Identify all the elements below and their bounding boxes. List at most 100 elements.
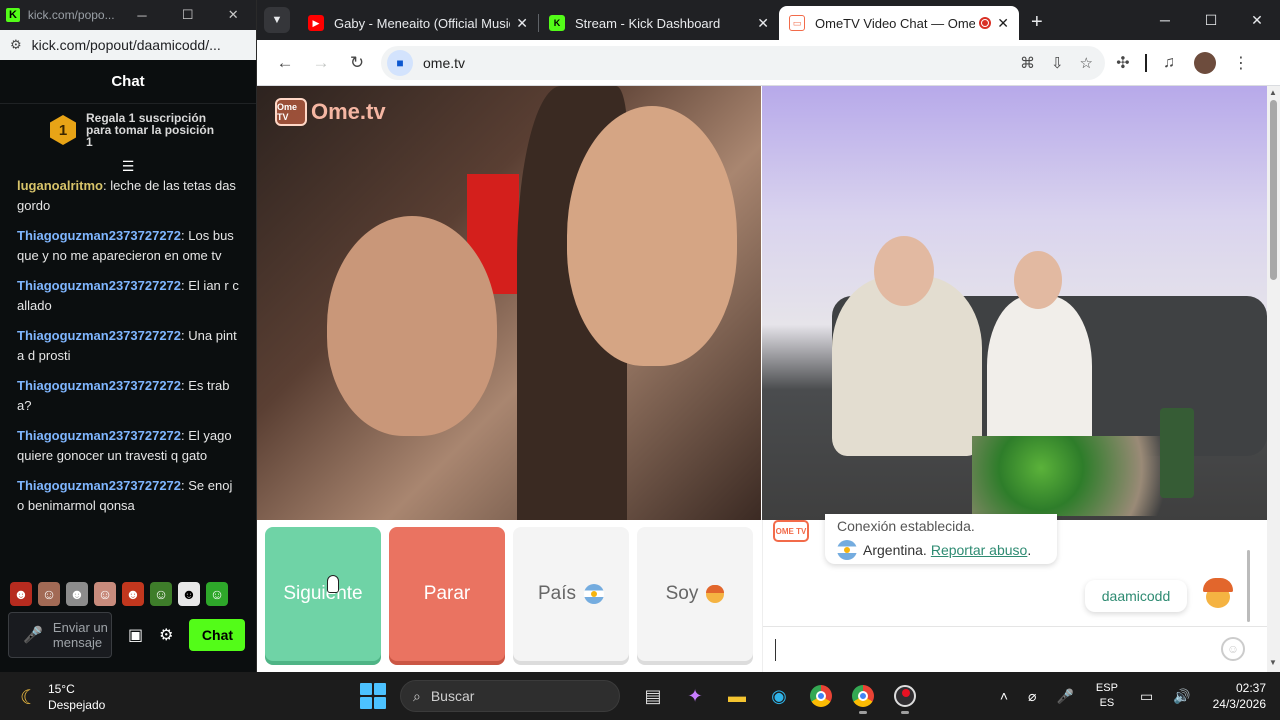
emote-icon[interactable]: ☻ [122,582,144,606]
page-scrollbar[interactable]: ▲ ▼ [1267,86,1280,672]
close-icon[interactable]: ✕ [1234,12,1280,29]
close-tab-icon[interactable]: ✕ [757,15,769,32]
country-button[interactable]: País [513,527,629,661]
bookmark-star-icon[interactable]: ☆ [1080,54,1093,72]
browser-toolbar: ← → ↻ ■ ome.tv ⌘ ⇩ ☆ ✣ ♫ ⋮ [257,40,1280,86]
reload-icon[interactable]: ↻ [339,53,375,73]
media-control-icon[interactable]: ♫ [1151,54,1187,72]
text-chat-panel: OME TV Conexión establecida. Argentina. … [762,514,1268,672]
emote-icon[interactable]: ☻ [66,582,88,606]
weather-widget[interactable]: ☾ 15°C Despejado [20,681,105,713]
maximize-icon[interactable]: ☐ [1188,12,1234,29]
extensions-icon[interactable]: ✣ [1105,53,1141,73]
tab-youtube[interactable]: ▶ Gaby - Meneaito (Official Music ✕ [298,6,538,40]
emote-icon[interactable]: ☺ [94,582,116,606]
address-bar[interactable]: ■ ome.tv ⌘ ⇩ ☆ [381,45,1105,80]
network-off-icon[interactable]: ⌀ [1028,688,1036,705]
emote-icon[interactable]: ☺ [206,582,228,606]
emote-icon[interactable]: ☺ [150,582,172,606]
text-caret [775,639,776,661]
scrollbar-thumb[interactable] [1270,100,1277,280]
clock[interactable]: 02:37 24/3/2026 [1213,680,1266,712]
avatar-hair [1203,578,1233,592]
expand-pinned-icon[interactable]: ☰ [0,156,256,176]
translate-icon[interactable]: ⌘ [1020,54,1035,72]
ometv-logo-text: Ome.tv [311,99,386,124]
chat-username[interactable]: Thiagoguzman2373727272 [17,228,181,243]
task-view-icon[interactable]: ▤ [633,678,673,714]
language-indicator[interactable]: ESP ES [1096,681,1118,711]
maximize-icon[interactable]: ☐ [165,7,211,23]
gender-label: Soy [665,583,699,604]
edge-icon[interactable]: ◉ [759,678,799,714]
kick-icon: K [6,8,20,22]
report-abuse-link[interactable]: Reportar abuso [931,542,1028,558]
emote-icon[interactable]: ☻ [178,582,200,606]
copilot-icon[interactable]: ✦ [675,678,715,714]
close-tab-icon[interactable]: ✕ [997,15,1009,32]
volume-icon[interactable]: 🔊 [1173,688,1190,705]
weather-condition: Despejado [47,698,106,712]
search-placeholder: Buscar [430,688,475,704]
stop-button[interactable]: Parar [389,527,505,661]
tab-search-icon[interactable]: ▼ [264,7,290,33]
emoji-picker-icon[interactable]: ☺ [1221,637,1245,661]
connection-status: Conexión establecida. [837,520,975,534]
minimize-icon[interactable]: ─ [119,8,165,23]
tab-kick-dashboard[interactable]: K Stream - Kick Dashboard ✕ [539,6,779,40]
gender-button[interactable]: Soy [637,527,753,661]
microphone-icon[interactable]: 🎤 [23,625,43,645]
chat-username[interactable]: Thiagoguzman2373727272 [17,378,181,393]
chrome-logo [810,685,832,707]
new-tab-icon[interactable]: + [1031,11,1043,34]
microphone-icon[interactable]: 🎤 [1056,688,1073,705]
stranger-video: Ome TV Ome.tv [257,86,761,520]
gear-icon[interactable]: ⚙ [159,625,173,645]
close-tab-icon[interactable]: ✕ [516,15,528,32]
browser-window: ▼ ▶ Gaby - Meneaito (Official Music ✕ K … [257,0,1280,672]
popout-url-bar[interactable]: ⚙ kick.com/popout/daamicodd/... [0,30,256,60]
scroll-down-icon[interactable]: ▼ [1269,658,1277,667]
close-icon[interactable]: ✕ [210,7,256,23]
argentina-flag-icon [837,540,857,560]
scroll-up-icon[interactable]: ▲ [1269,88,1277,97]
message-input[interactable]: ☺ [763,626,1268,672]
menu-icon[interactable]: ⋮ [1223,53,1259,73]
chat-message-input[interactable]: 🎤 Enviar un mensaje [8,612,112,658]
chat-send-button[interactable]: Chat [189,619,246,651]
chat-username[interactable]: Thiagoguzman2373727272 [17,428,181,443]
chrome-icon[interactable] [801,678,841,714]
display-icon[interactable]: ▭ [1140,688,1153,705]
back-icon[interactable]: ← [267,53,303,73]
profile-avatar[interactable] [1194,51,1216,74]
forward-icon[interactable]: → [303,53,339,73]
keyboard-layout: ES [1099,697,1115,709]
chat-username[interactable]: Thiagoguzman2373727272 [17,328,181,343]
report-abuse-suffix: . [1027,542,1032,558]
minimize-icon[interactable]: ─ [1142,12,1188,28]
gift-sub-promo[interactable]: 1 Regala 1 suscripción para tomar la pos… [0,104,256,156]
url-text: ome.tv [423,54,466,71]
chrome-profile-icon[interactable] [843,678,883,714]
file-explorer-icon[interactable]: ▬ [717,678,757,714]
emote-icon[interactable]: ☺ [38,582,60,606]
taskbar-search[interactable]: ⌕ Buscar [400,680,620,712]
tab-ometv[interactable]: ▭ OmeTV Video Chat — Ome ✕ [779,6,1019,40]
tab-label: Stream - Kick Dashboard [575,15,721,31]
chat-username[interactable]: Thiagoguzman2373727272 [17,278,181,293]
emote-bar: ☻ ☺ ☻ ☺ ☻ ☺ ☻ ☺ [10,582,228,606]
install-app-icon[interactable]: ⇩ [1051,54,1064,72]
camera-in-use-icon[interactable]: ■ [387,49,413,76]
obs-icon[interactable] [885,678,925,714]
next-button[interactable]: Siguiente [265,527,381,661]
chevron-up-icon[interactable]: ˄ [1000,688,1008,704]
chat-username[interactable]: Thiagoguzman2373727272 [17,478,181,493]
chat-username[interactable]: luganoalritmo [17,178,103,193]
self-camera-video [762,86,1267,520]
store-icon[interactable]: ▣ [128,625,143,645]
video-person [567,106,737,366]
site-settings-icon[interactable]: ⚙ [10,37,22,53]
windows-start-icon[interactable] [360,683,386,709]
emote-icon[interactable]: ☻ [10,582,32,606]
chat-scrollbar[interactable] [1247,550,1250,622]
